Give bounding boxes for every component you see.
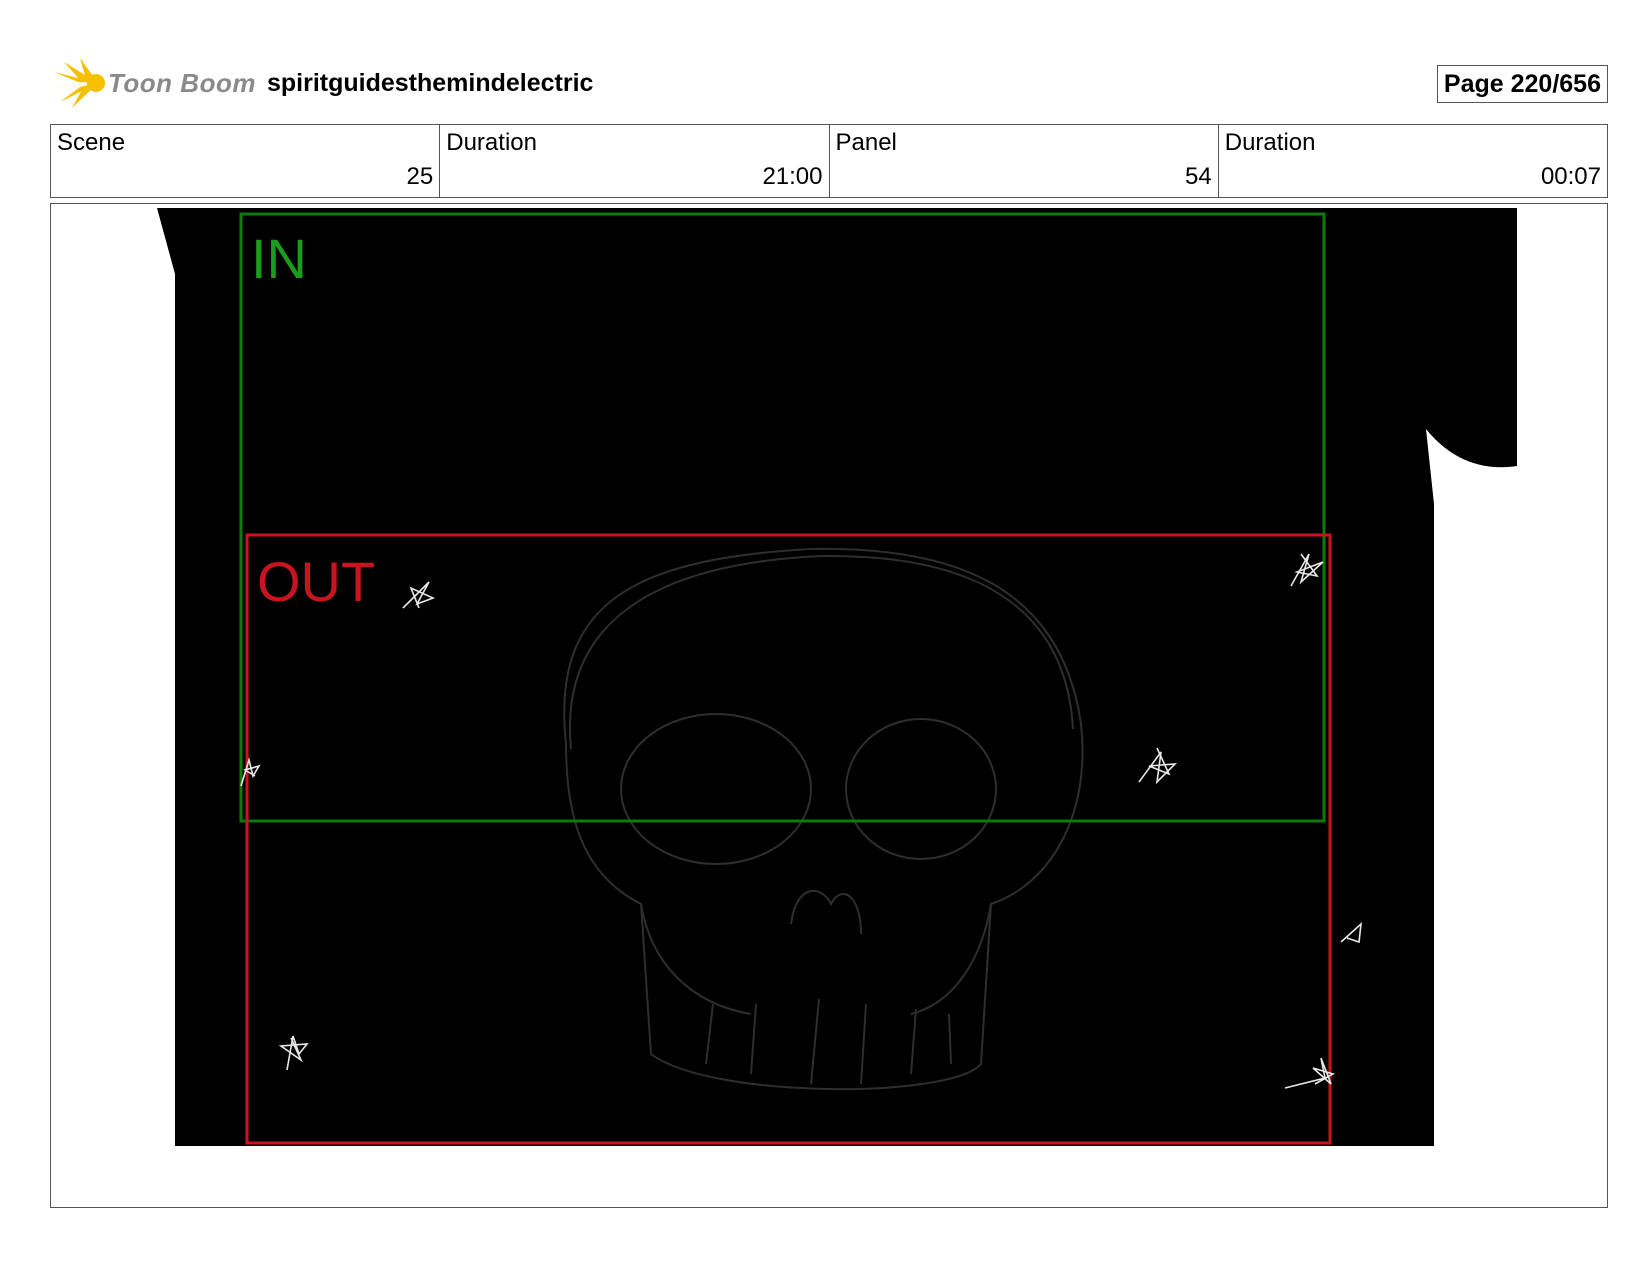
scene-duration-cell: Duration 21:00 <box>440 125 830 197</box>
in-label: IN <box>251 227 307 290</box>
panel-artwork: IN OUT <box>157 208 1517 1146</box>
panel-cell: Panel 54 <box>830 125 1219 197</box>
scene-duration-label: Duration <box>446 129 537 156</box>
scene-duration-value: 21:00 <box>762 163 823 190</box>
logo-text: Toon Boom <box>108 68 256 98</box>
panel-label: Panel <box>835 129 897 156</box>
panel-info-table: Scene 25 Duration 21:00 Panel 54 Duratio… <box>50 124 1608 198</box>
panel-duration-cell: Duration 00:07 <box>1219 125 1607 197</box>
project-title: spiritguidesthemindelectric <box>267 69 594 97</box>
scene-cell: Scene 25 <box>51 125 441 197</box>
page-counter: Page 220/656 <box>1436 65 1608 103</box>
page-header: Toon Boom spiritguidesthemindelectric Pa… <box>50 55 1608 115</box>
starburst-icon <box>52 58 105 108</box>
scene-label: Scene <box>57 129 126 156</box>
toon-boom-logo: Toon Boom <box>50 58 260 108</box>
panel-duration-label: Duration <box>1224 129 1316 156</box>
panel-value: 54 <box>1185 163 1212 190</box>
out-label: OUT <box>257 550 375 613</box>
scene-value: 25 <box>406 163 434 190</box>
storyboard-panel: IN OUT <box>50 203 1608 1208</box>
panel-duration-value: 00:07 <box>1540 163 1601 190</box>
black-background-shape <box>157 208 1517 1146</box>
